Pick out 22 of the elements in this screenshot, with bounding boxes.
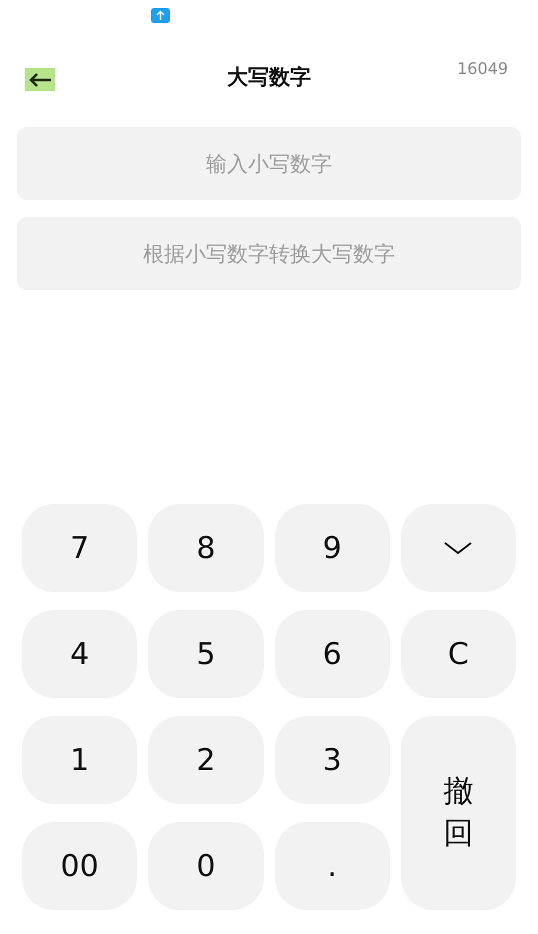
keypad-key[interactable]: 3 <box>274 716 390 804</box>
keypad-key[interactable]: 0 <box>148 822 264 910</box>
page-title: 大写数字 <box>227 64 311 92</box>
keypad-key[interactable]: 00 <box>22 822 138 910</box>
number-field[interactable]: 根据小写数字转换大写数字 <box>17 217 521 290</box>
chevron-down-icon <box>443 541 474 555</box>
undo-key[interactable]: 撤回 <box>400 716 516 910</box>
back-arrow-icon <box>28 72 52 88</box>
counter-text: 16049 <box>457 58 508 80</box>
number-field[interactable]: 输入小写数字 <box>17 127 521 200</box>
keypad-key[interactable]: . <box>274 822 390 910</box>
upload-notification-icon <box>151 8 170 23</box>
keypad-key[interactable]: 6 <box>274 610 390 698</box>
keypad-key[interactable]: 9 <box>274 504 390 592</box>
keypad-key[interactable]: C <box>400 610 516 698</box>
keypad-key[interactable]: 5 <box>148 610 264 698</box>
keypad-key[interactable]: 8 <box>148 504 264 592</box>
keypad-key[interactable]: 2 <box>148 716 264 804</box>
keypad-key[interactable]: 1 <box>22 716 138 804</box>
keypad-key[interactable]: 4 <box>22 610 138 698</box>
keypad-key[interactable]: 7 <box>22 504 138 592</box>
back-button[interactable] <box>25 68 55 91</box>
